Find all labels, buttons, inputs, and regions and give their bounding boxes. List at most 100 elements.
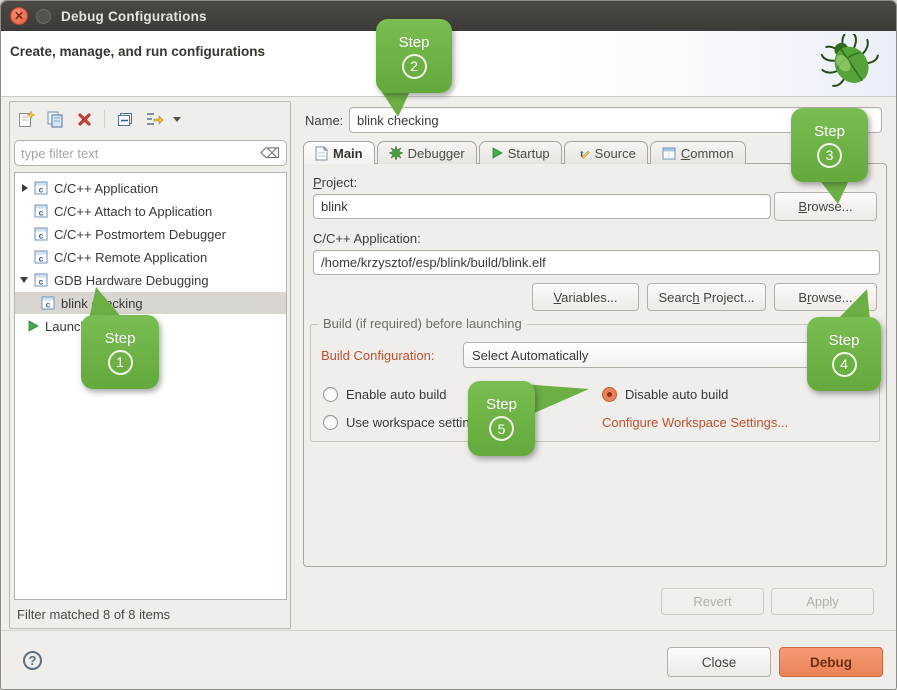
c-application-icon: c (34, 250, 48, 264)
tree-item-cpp-remote[interactable]: c C/C++ Remote Application (15, 246, 286, 268)
delete-configuration-icon[interactable] (74, 109, 94, 129)
build-before-launch-group: Build (if required) before launching Bui… (310, 324, 880, 442)
step-2-callout: Step 2 (376, 19, 452, 93)
footer-separator (1, 630, 897, 631)
tree-item-label: blink checking (61, 296, 143, 311)
tree-item-cpp-postmortem[interactable]: c C/C++ Postmortem Debugger (15, 223, 286, 245)
maximize-window-icon[interactable] (36, 9, 51, 24)
startup-tab-icon (491, 147, 503, 159)
debug-button[interactable]: Debug (779, 647, 883, 677)
filter-configurations-icon[interactable] (144, 109, 164, 129)
button-label: Variables... (553, 290, 617, 305)
step-label: Step (829, 332, 860, 349)
apply-button[interactable]: Apply (771, 588, 874, 615)
button-label: Browse... (798, 199, 852, 214)
c-application-icon: c (34, 181, 48, 195)
configure-workspace-settings-link[interactable]: Configure Workspace Settings... (602, 415, 788, 430)
tab-bar: Main Debugger Startup t Source Common (303, 141, 748, 164)
tree-item-label: GDB Hardware Debugging (54, 273, 209, 288)
filter-box: ⌫ (14, 140, 287, 166)
browse-project-button[interactable]: Browse... (774, 192, 877, 221)
c-application-icon: c (41, 296, 55, 310)
toolbar-menu-caret-icon[interactable] (173, 117, 181, 122)
filter-status-text: Filter matched 8 of 8 items (17, 607, 170, 622)
filter-input[interactable] (21, 146, 260, 161)
build-configuration-label: Build Configuration: (321, 348, 434, 363)
project-input[interactable]: blink (313, 194, 771, 219)
disable-auto-build-radio[interactable] (602, 387, 617, 402)
debug-configurations-dialog: ✕ Debug Configurations Create, manage, a… (0, 0, 897, 690)
tab-debugger[interactable]: Debugger (377, 141, 477, 164)
step-number: 3 (817, 143, 842, 168)
step-label: Step (814, 123, 845, 140)
search-project-button[interactable]: Search Project... (647, 283, 766, 311)
step-number: 4 (832, 352, 857, 377)
project-label: Project: (313, 175, 357, 190)
svg-text:c: c (39, 277, 44, 287)
new-configuration-icon[interactable] (16, 109, 36, 129)
c-application-icon: c (34, 227, 48, 241)
button-label: Search Project... (658, 290, 754, 305)
svg-text:c: c (39, 185, 44, 195)
step-number: 2 (402, 54, 427, 79)
tree-item-gdb-hardware[interactable]: c GDB Hardware Debugging (15, 269, 286, 291)
variables-button[interactable]: Variables... (532, 283, 639, 311)
button-label: Debug (810, 655, 852, 670)
window-title: Debug Configurations (61, 1, 207, 31)
tab-startup[interactable]: Startup (479, 141, 562, 164)
name-value: blink checking (357, 113, 439, 128)
main-tab-icon (315, 146, 328, 161)
tree-item-label: C/C++ Attach to Application (54, 204, 212, 219)
tree-item-label: C/C++ Remote Application (54, 250, 207, 265)
enable-auto-build-radio[interactable] (323, 387, 338, 402)
button-label: Close (702, 655, 737, 670)
clear-filter-icon[interactable]: ⌫ (260, 146, 280, 160)
help-button[interactable]: ? (23, 651, 42, 670)
application-input[interactable]: /home/krzysztof/esp/blink/build/blink.el… (313, 250, 880, 275)
tab-main[interactable]: Main (303, 141, 375, 164)
banner-heading: Create, manage, and run configurations (10, 44, 265, 59)
step-label: Step (486, 396, 517, 413)
close-window-icon[interactable]: ✕ (10, 7, 28, 25)
enable-auto-build-label: Enable auto build (346, 387, 446, 402)
source-tab-icon: t (576, 146, 590, 160)
tab-source[interactable]: t Source (564, 141, 648, 164)
svg-text:c: c (46, 300, 51, 310)
expander-expanded-icon[interactable] (20, 277, 28, 283)
duplicate-configuration-icon[interactable] (45, 109, 65, 129)
button-label: Browse... (798, 290, 852, 305)
close-button[interactable]: Close (667, 647, 771, 677)
button-label: Apply (806, 594, 839, 609)
tab-label: Startup (508, 146, 550, 161)
c-application-icon: c (34, 273, 48, 287)
svg-text:c: c (39, 208, 44, 218)
step-4-callout: Step 4 (807, 317, 881, 391)
svg-text:c: c (39, 254, 44, 264)
main-tab-content: Project: blink Browse... C/C++ Applicati… (303, 163, 887, 567)
step-label: Step (399, 34, 430, 51)
launch-group-icon (27, 320, 39, 332)
tree-item-cpp-attach[interactable]: c C/C++ Attach to Application (15, 200, 286, 222)
debugger-tab-icon (389, 146, 403, 160)
step-number: 5 (489, 416, 514, 441)
revert-button[interactable]: Revert (661, 588, 764, 615)
step-5-callout: Step 5 (468, 381, 535, 456)
tree-item-blink-checking[interactable]: c blink checking (15, 292, 286, 314)
configurations-toolbar (16, 107, 181, 131)
browse-application-button[interactable]: Browse... (774, 283, 877, 311)
tab-label: Debugger (408, 146, 465, 161)
tab-common[interactable]: Common (650, 141, 746, 164)
tab-label: Main (333, 146, 363, 161)
expander-collapsed-icon[interactable] (22, 184, 28, 192)
step-number: 1 (108, 350, 133, 375)
debug-bug-icon (819, 34, 883, 95)
collapse-all-icon[interactable] (115, 109, 135, 129)
svg-text:c: c (39, 231, 44, 241)
button-label: Revert (693, 594, 731, 609)
step-3-callout: Step 3 (791, 108, 868, 182)
tree-item-cpp-application[interactable]: c C/C++ Application (15, 177, 286, 199)
step-label: Step (105, 330, 136, 347)
use-workspace-settings-radio[interactable] (323, 415, 338, 430)
disable-auto-build-label: Disable auto build (625, 387, 728, 402)
c-application-icon: c (34, 204, 48, 218)
